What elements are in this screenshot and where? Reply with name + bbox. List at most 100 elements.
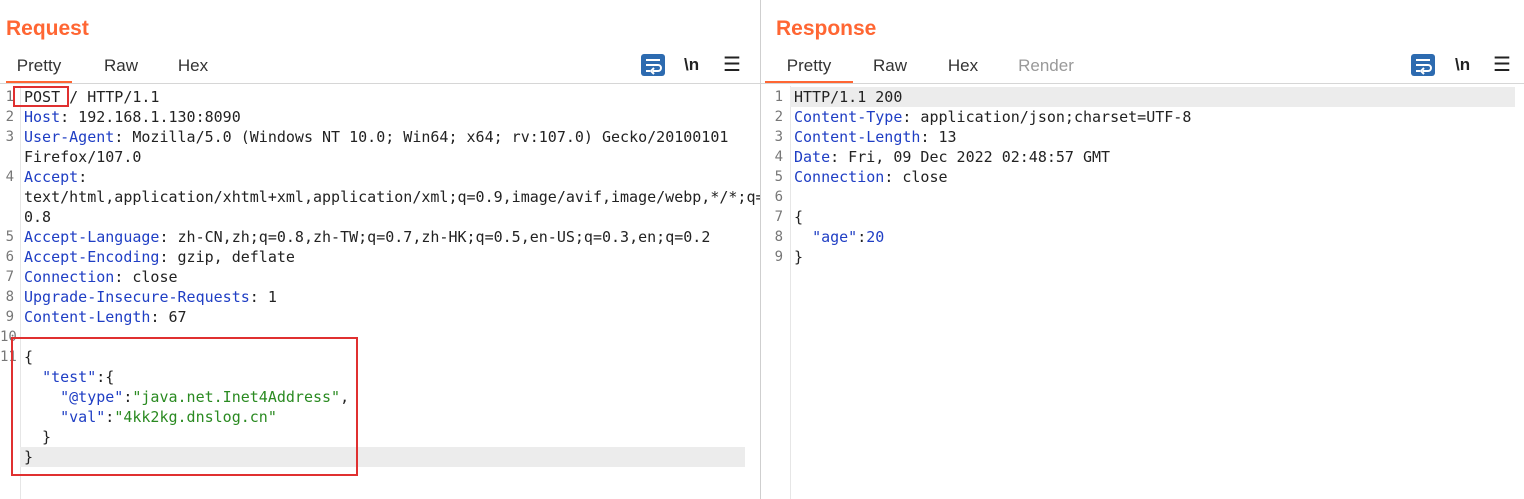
token-text: : 192.168.1.130:8090	[60, 108, 241, 126]
tab-response-raw[interactable]: Raw	[867, 52, 913, 81]
line-content: Content-Length: 67	[24, 307, 187, 327]
tab-response-pretty[interactable]: Pretty	[765, 52, 853, 83]
line-number: 9	[5, 309, 14, 325]
line-content: "age":20	[794, 227, 884, 247]
request-wrap-lines-button[interactable]	[641, 54, 665, 76]
response-code-line: 6	[761, 187, 1524, 207]
response-pane: Response Pretty Raw Hex Render \n ☰ 1 HTT…	[761, 0, 1524, 499]
token-text: : 1	[249, 288, 277, 306]
line-content: Host: 192.168.1.130:8090	[24, 107, 241, 127]
request-code-line: 2 Host: 192.168.1.130:8090	[0, 107, 760, 127]
token-key: Accept-Encoding	[24, 248, 160, 266]
token-key: Connection	[24, 268, 115, 286]
token-key: Connection	[794, 168, 885, 186]
request-pane: Request Pretty Raw Hex \n ☰ 1 POST / HTTP…	[0, 0, 765, 499]
token-text: : 67	[150, 308, 187, 326]
line-number: 5	[5, 229, 14, 245]
response-code-line: 5 Connection: close	[761, 167, 1524, 187]
line-content: Content-Type: application/json;charset=U…	[794, 107, 1191, 127]
response-code-line: 3 Content-Length: 13	[761, 127, 1524, 147]
request-code-line: 9 Content-Length: 67	[0, 307, 760, 327]
tab-response-render[interactable]: Render	[1011, 52, 1081, 81]
request-newline-toggle-button[interactable]: \n	[684, 54, 699, 76]
line-number: 3	[774, 129, 783, 145]
request-code-line: 6 Accept-Encoding: gzip, deflate	[0, 247, 760, 267]
token-text: : zh-CN,zh;q=0.8,zh-TW;q=0.7,zh-HK;q=0.5…	[159, 228, 711, 246]
line-number: 8	[5, 289, 14, 305]
line-content: {	[794, 207, 803, 227]
wrap-text-icon	[1416, 59, 1432, 75]
token-key: Content-Length	[24, 308, 151, 326]
line-number: 7	[774, 209, 783, 225]
token-text: {	[794, 208, 804, 226]
token-text: : close	[114, 268, 178, 286]
line-content: User-Agent: Mozilla/5.0 (Windows NT 10.0…	[24, 127, 728, 147]
line-number: 1	[5, 89, 14, 105]
request-code-line: 3 User-Agent: Mozilla/5.0 (Windows NT 10.…	[0, 127, 760, 147]
tab-response-hex[interactable]: Hex	[940, 52, 986, 81]
token-text: }	[794, 248, 804, 266]
token-text: : gzip, deflate	[159, 248, 295, 266]
token-text: 0.8	[24, 208, 52, 226]
line-content: }	[794, 247, 803, 267]
response-wrap-lines-button[interactable]	[1411, 54, 1435, 76]
response-code-line: 4 Date: Fri, 09 Dec 2022 02:48:57 GMT	[761, 147, 1524, 167]
line-number: 5	[774, 169, 783, 185]
token-key: Content-Length	[794, 128, 921, 146]
line-content: text/html,application/xhtml+xml,applicat…	[24, 187, 765, 207]
token-key: Content-Type	[794, 108, 903, 126]
line-content: Upgrade-Insecure-Requests: 1	[24, 287, 277, 307]
response-code-line: 8 "age":20	[761, 227, 1524, 247]
token-number: 20	[866, 228, 885, 246]
line-content: Connection: close	[24, 267, 178, 287]
line-content: Content-Length: 13	[794, 127, 957, 147]
token-key: Date	[794, 148, 831, 166]
line-content: Accept-Encoding: gzip, deflate	[24, 247, 295, 267]
token-key: "age"	[812, 228, 858, 246]
line-content: Date: Fri, 09 Dec 2022 02:48:57 GMT	[794, 147, 1110, 167]
request-title: Request	[6, 17, 89, 40]
token-text: HTTP/1.1 200	[794, 88, 903, 106]
token-text: : Mozilla/5.0 (Windows NT 10.0; Win64; x…	[114, 128, 729, 146]
response-code-line: 1 HTTP/1.1 200	[761, 87, 1524, 107]
request-code-line: 5 Accept-Language: zh-CN,zh;q=0.8,zh-TW;q…	[0, 227, 760, 247]
method-highlight-box	[13, 86, 69, 107]
token-key: Upgrade-Insecure-Requests	[24, 288, 250, 306]
request-menu-icon[interactable]: ☰	[723, 54, 741, 76]
tab-request-hex[interactable]: Hex	[170, 52, 216, 81]
line-number: 8	[774, 229, 783, 245]
token-key: User-Agent	[24, 128, 115, 146]
line-number: 4	[774, 149, 783, 165]
line-number: 7	[5, 269, 14, 285]
token-text: text/html,application/xhtml+xml,applicat…	[24, 188, 765, 206]
response-code-line: 2 Content-Type: application/json;charset=…	[761, 107, 1524, 127]
token-text: : Fri, 09 Dec 2022 02:48:57 GMT	[830, 148, 1111, 166]
token-text: Firefox/107.0	[24, 148, 142, 166]
response-editor[interactable]: 1 HTTP/1.1 200 2 Content-Type: application/…	[761, 86, 1524, 499]
token-key: Accept	[24, 168, 79, 186]
line-content: Accept:	[24, 167, 87, 187]
wrap-text-icon	[646, 59, 662, 75]
token-text: : close	[884, 168, 948, 186]
response-newline-toggle-button[interactable]: \n	[1455, 54, 1470, 76]
line-number: 1	[774, 89, 783, 105]
token-text: / HTTP/1.1	[60, 88, 160, 106]
response-menu-icon[interactable]: ☰	[1493, 54, 1511, 76]
token-key: Accept-Language	[24, 228, 160, 246]
request-code-line: Firefox/107.0	[0, 147, 760, 167]
line-content: Firefox/107.0	[24, 147, 141, 167]
line-number: 2	[5, 109, 14, 125]
token-text: : 13	[920, 128, 957, 146]
response-code-line: 7{	[761, 207, 1524, 227]
line-number: 6	[5, 249, 14, 265]
request-code-line: 1 POST / HTTP/1.1	[0, 87, 760, 107]
line-number: 3	[5, 129, 14, 145]
token-text: :	[78, 168, 88, 186]
tab-request-raw[interactable]: Raw	[98, 52, 144, 81]
line-number: 6	[774, 189, 783, 205]
line-content: 0.8	[24, 207, 51, 227]
token-text: : application/json;charset=UTF-8	[902, 108, 1192, 126]
line-number: 4	[5, 169, 14, 185]
tab-request-pretty[interactable]: Pretty	[6, 52, 72, 83]
